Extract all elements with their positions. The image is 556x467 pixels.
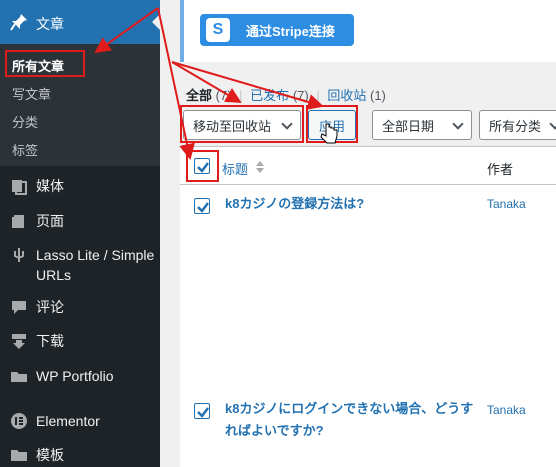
filter-separator: | <box>316 88 320 103</box>
sort-icon[interactable] <box>255 160 265 177</box>
post-author-link[interactable]: Tanaka <box>487 197 526 211</box>
pages-icon <box>9 211 29 231</box>
chevron-down-icon <box>281 118 293 130</box>
date-filter-select[interactable]: 全部日期 <box>372 110 472 140</box>
chevron-down-icon <box>452 118 464 130</box>
post-status-filters: 全部 (7) | 已发布 (7) | 回收站 (1) <box>186 85 386 104</box>
category-filter-select[interactable]: 所有分类 <box>479 110 556 140</box>
submenu-new-post[interactable]: 写文章 <box>12 84 51 103</box>
sidebar-item-label: 下载 <box>36 333 64 349</box>
sidebar-item-label: Lasso Lite / Simple <box>36 247 155 263</box>
templates-icon <box>9 445 29 465</box>
sidebar-item-label-line2: URLs <box>36 267 72 283</box>
checkmark-icon <box>197 162 209 173</box>
chevron-down-icon <box>549 118 556 130</box>
post-author-link[interactable]: Tanaka <box>487 403 526 417</box>
row-checkbox[interactable] <box>194 198 210 214</box>
sidebar-item-label: 模板 <box>36 447 64 463</box>
media-icon <box>9 176 29 196</box>
stripe-icon: S <box>206 18 230 42</box>
sidebar-item-label: 媒体 <box>36 178 64 194</box>
filter-all-count: (7) <box>215 88 232 103</box>
posts-submenu: 所有文章 写文章 分类 标签 <box>0 44 160 166</box>
post-title-link[interactable]: k8カジノの登録方法は? <box>225 193 475 215</box>
sidebar-item-label: Elementor <box>36 413 100 429</box>
portfolio-icon <box>9 366 29 386</box>
pin-icon <box>9 12 29 32</box>
column-author: 作者 <box>487 162 514 177</box>
stripe-connect-label: 通过Stripe连接 <box>246 23 335 39</box>
category-filter-value: 所有分类 <box>489 118 542 134</box>
lasso-icon <box>9 245 29 265</box>
select-all-checkbox[interactable] <box>194 158 210 174</box>
comments-icon <box>9 297 29 317</box>
stripe-connect-button[interactable]: S 通过Stripe连接 <box>200 14 354 46</box>
sidebar-item-label: WP Portfolio <box>36 368 114 384</box>
apply-button[interactable]: 应用 <box>308 110 356 140</box>
sidebar-item-label: 评论 <box>36 299 64 315</box>
submenu-all-posts[interactable]: 所有文章 <box>12 56 64 75</box>
submenu-categories[interactable]: 分类 <box>12 112 38 131</box>
sidebar-item-label: 文章 <box>36 16 64 32</box>
filter-all[interactable]: 全部 <box>186 88 212 103</box>
checkmark-icon <box>197 202 209 213</box>
column-title[interactable]: 标题 <box>222 159 248 178</box>
filter-published-count: (7) <box>292 88 309 103</box>
elementor-icon <box>9 411 29 431</box>
current-menu-arrow <box>152 14 160 30</box>
post-title-link[interactable]: k8カジノにログインできない場合、どうすればよいですか? <box>225 398 475 442</box>
bulk-action-value: 移动至回收站 <box>193 118 272 134</box>
posts-table: 标题 作者 k8カジノの登録方法は? Tanaka k8カジノにログインできない… <box>180 146 556 467</box>
checkmark-icon <box>197 407 209 418</box>
bulk-action-select[interactable]: 移动至回收站 <box>183 110 301 140</box>
date-filter-value: 全部日期 <box>382 118 435 134</box>
submenu-tags[interactable]: 标签 <box>12 140 38 159</box>
filter-trash-count: (1) <box>369 88 386 103</box>
sidebar-item-posts[interactable]: 文章 <box>0 0 160 44</box>
filter-separator: | <box>239 88 243 103</box>
download-icon <box>9 331 29 351</box>
table-header: 标题 作者 <box>180 147 556 185</box>
sidebar-item-label: 页面 <box>36 213 64 229</box>
admin-sidebar: 文章 所有文章 写文章 分类 标签 媒体 页面 Lasso Lite / Sim… <box>0 0 160 467</box>
row-checkbox[interactable] <box>194 403 210 419</box>
filter-trash[interactable]: 回收站 <box>327 88 366 103</box>
filter-published[interactable]: 已发布 <box>250 88 289 103</box>
